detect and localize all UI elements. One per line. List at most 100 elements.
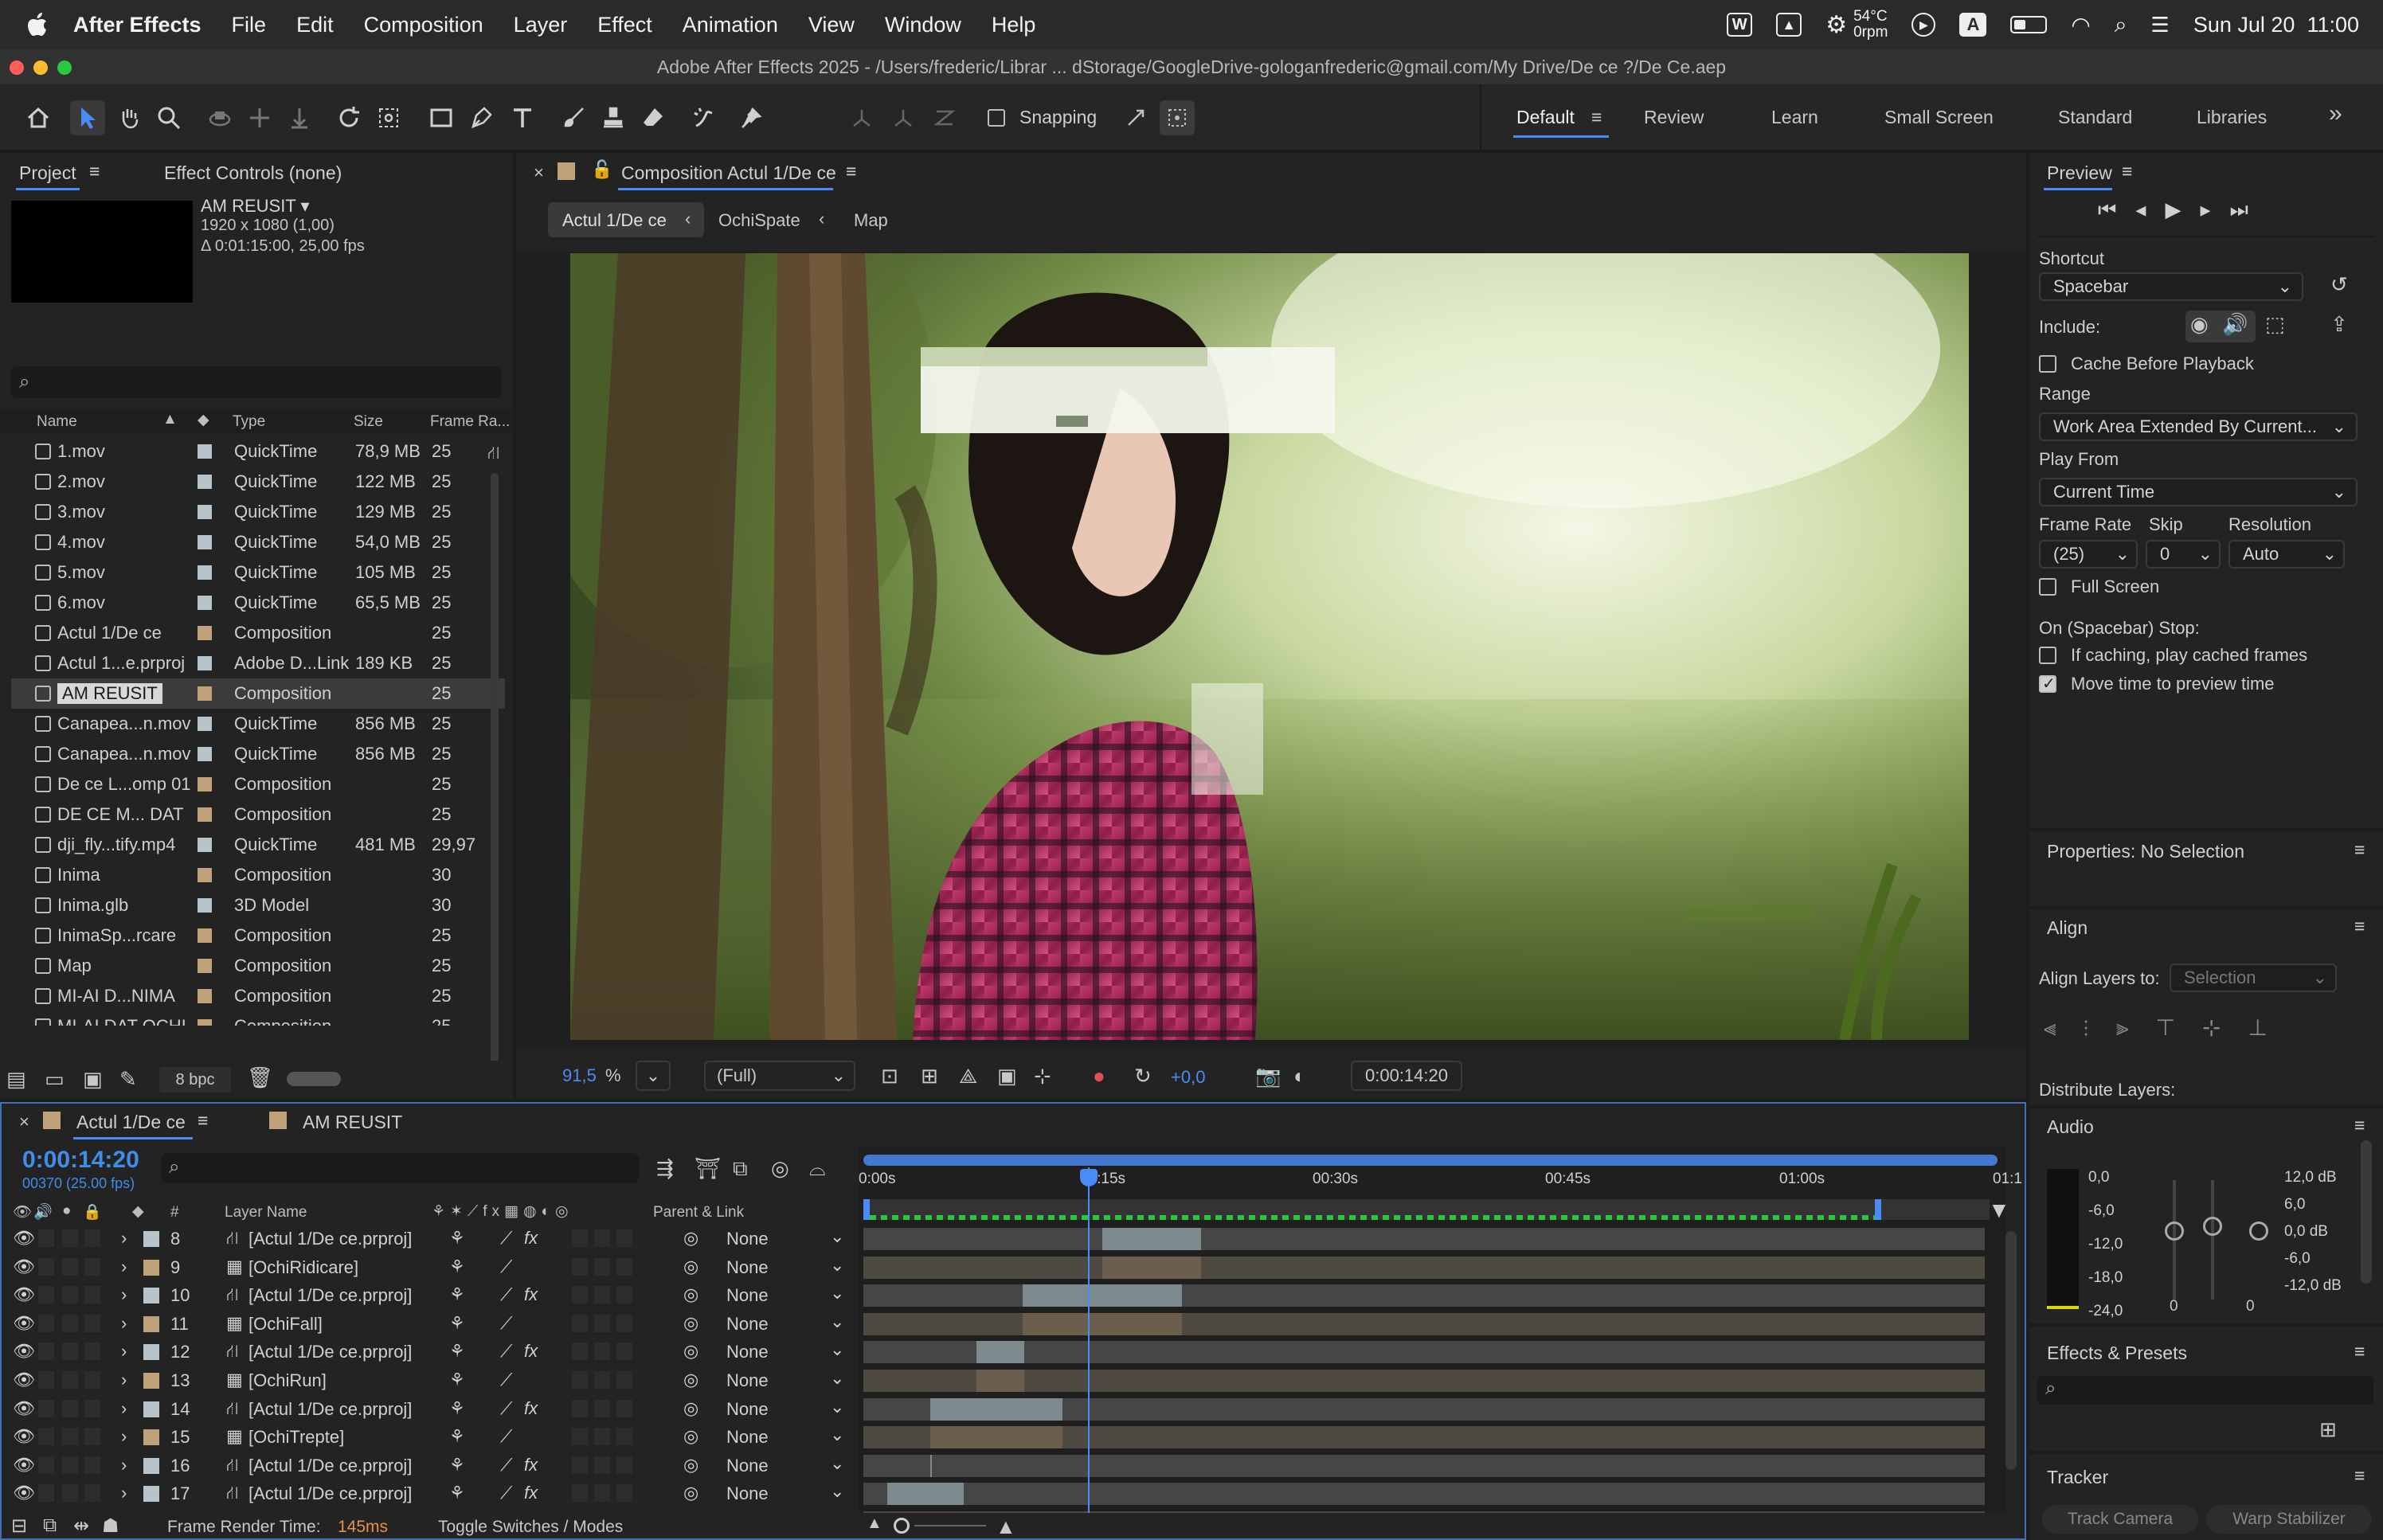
- zoom-slider-track[interactable]: [914, 1525, 986, 1526]
- audio-left-slider[interactable]: [2165, 1221, 2184, 1241]
- project-search-input[interactable]: [46, 369, 492, 393]
- workspace-default[interactable]: Default: [1516, 107, 1575, 128]
- quality-switch-icon[interactable]: ⟋: [500, 1341, 512, 1362]
- table-row[interactable]: 👁 › 17 ⛙ [Actul 1/De ce.prproj] ⚘ ⟋ fx ◎ None ⌄: [2, 1479, 854, 1507]
- zoom-out-icon[interactable]: ▲: [867, 1515, 882, 1533]
- table-row[interactable]: 👁 › 10 ⛙ [Actul 1/De ce.prproj] ⚘ ⟋ fx ◎ None ⌄: [2, 1281, 854, 1308]
- audio-toggle[interactable]: [38, 1343, 54, 1361]
- project-item[interactable]: Actul 1...e.prproj Adobe D...Link 189 KB 25: [11, 648, 505, 678]
- table-row[interactable]: 👁 › 14 ⛙ [Actul 1/De ce.prproj] ⚘ ⟋ fx ◎ None ⌄: [2, 1395, 854, 1422]
- pick-whip-icon[interactable]: ◎: [683, 1228, 698, 1249]
- project-search[interactable]: ⌕: [11, 366, 502, 398]
- label-swatch[interactable]: [198, 868, 212, 882]
- battery-icon[interactable]: [2010, 16, 2048, 33]
- snap-options-icon[interactable]: [1118, 100, 1153, 135]
- label-swatch[interactable]: [143, 1344, 159, 1361]
- audio-toggle[interactable]: [38, 1314, 54, 1332]
- table-row[interactable]: 👁 › 13 ▦ [OchiRun] ⚘ ⟋ ◎ None ⌄: [2, 1366, 854, 1393]
- parent-dropdown-value[interactable]: None: [726, 1229, 769, 1249]
- shy-switch-icon[interactable]: ⚘: [449, 1313, 465, 1334]
- timeline-search[interactable]: ⌕: [161, 1153, 639, 1183]
- expand-arrow-icon[interactable]: ›: [121, 1257, 127, 1277]
- label-swatch[interactable]: [143, 1259, 159, 1276]
- layer-duration-bar[interactable]: [863, 1483, 887, 1506]
- label-swatch[interactable]: [143, 1486, 159, 1503]
- first-frame-icon[interactable]: ⏮: [2098, 197, 2135, 221]
- menu-composition[interactable]: Composition: [364, 13, 483, 37]
- label-swatch[interactable]: [198, 838, 212, 852]
- exposure-value[interactable]: +0,0: [1171, 1067, 1205, 1088]
- layer-name[interactable]: [OchiRidicare]: [248, 1257, 358, 1278]
- parent-dropdown-value[interactable]: None: [726, 1314, 769, 1335]
- breadcrumb-ochispate[interactable]: OchiSpate: [718, 210, 800, 231]
- menu-view[interactable]: View: [808, 13, 855, 37]
- project-settings-icon[interactable]: ✎: [119, 1067, 137, 1092]
- menu-layer[interactable]: Layer: [514, 13, 568, 37]
- fx-switch-icon[interactable]: fx: [524, 1483, 538, 1503]
- expand-arrow-icon[interactable]: ›: [121, 1483, 127, 1503]
- region-of-interest-icon[interactable]: ▣: [997, 1064, 1017, 1089]
- table-row[interactable]: 👁 › 9 ▦ [OchiRidicare] ⚘ ⟋ ◎ None ⌄: [2, 1253, 854, 1280]
- layer-name[interactable]: [Actul 1/De ce.prproj]: [248, 1483, 412, 1504]
- pick-whip-icon[interactable]: ◎: [683, 1257, 698, 1277]
- chevron-down-icon[interactable]: ⌄: [830, 1425, 844, 1445]
- chevron-down-icon[interactable]: ⌄: [830, 1339, 844, 1360]
- label-swatch[interactable]: [198, 898, 212, 913]
- flowchart-icon[interactable]: ⛙: [487, 443, 499, 466]
- layer-duration-bar[interactable]: [1102, 1256, 1201, 1279]
- snapshot-icon[interactable]: 📷: [1255, 1064, 1281, 1089]
- zoom-tool-icon[interactable]: [151, 100, 186, 135]
- cache-before-checkbox[interactable]: [2039, 355, 2056, 373]
- label-swatch[interactable]: [143, 1429, 159, 1446]
- 3d-toggle[interactable]: [616, 1399, 632, 1417]
- layer-duration-bar[interactable]: [863, 1284, 1023, 1307]
- fx-switch-icon[interactable]: fx: [524, 1398, 538, 1419]
- adjustment-toggle[interactable]: [594, 1484, 610, 1503]
- solo-toggle[interactable]: [62, 1314, 78, 1332]
- layer-duration-bar[interactable]: [863, 1397, 930, 1421]
- 3d-toggle[interactable]: [616, 1229, 632, 1247]
- label-swatch[interactable]: [143, 1373, 159, 1389]
- lock-toggle[interactable]: [84, 1257, 100, 1276]
- motion-blur-toggle[interactable]: [572, 1371, 588, 1389]
- label-swatch[interactable]: [143, 1231, 159, 1247]
- composition-viewer[interactable]: [516, 252, 2026, 1048]
- minimize-window-button[interactable]: [33, 61, 48, 75]
- layer-duration-bar[interactable]: [976, 1370, 1024, 1392]
- pick-whip-icon[interactable]: ◎: [683, 1370, 698, 1390]
- include-overlays-icon[interactable]: ⬚: [2265, 312, 2285, 337]
- layer-duration-bar[interactable]: [1024, 1341, 1985, 1364]
- eraser-tool-icon[interactable]: [636, 100, 671, 135]
- quality-switch-icon[interactable]: ⟋: [500, 1483, 512, 1503]
- snap-feather-icon[interactable]: [1160, 100, 1195, 135]
- composition-menu-icon[interactable]: ≡: [846, 161, 856, 182]
- warp-stabilizer-button[interactable]: Warp Stabilizer: [2206, 1505, 2372, 1534]
- control-center-icon[interactable]: ☰: [2151, 13, 2170, 37]
- motion-blur-toggle[interactable]: [572, 1257, 588, 1276]
- layer-duration-bar[interactable]: [1023, 1284, 1182, 1307]
- lock-toggle[interactable]: [84, 1484, 100, 1503]
- fx-switch-icon[interactable]: fx: [524, 1455, 538, 1476]
- trash-icon[interactable]: 🗑: [247, 1065, 273, 1090]
- play-from-dropdown[interactable]: Current Time ⌄: [2039, 478, 2358, 506]
- world-axis-icon[interactable]: [886, 100, 921, 135]
- sort-ascending-icon[interactable]: ▲: [162, 411, 178, 428]
- align-right-icon[interactable]: ⫸: [2116, 1015, 2156, 1040]
- parent-dropdown-value[interactable]: None: [726, 1370, 769, 1391]
- parent-dropdown-value[interactable]: None: [726, 1427, 769, 1448]
- label-swatch[interactable]: [198, 475, 212, 489]
- eye-icon[interactable]: 👁: [13, 1426, 35, 1447]
- layer-duration-bar[interactable]: [1062, 1397, 1985, 1421]
- 3d-toggle[interactable]: [616, 1484, 632, 1503]
- layer-name[interactable]: [Actul 1/De ce.prproj]: [248, 1229, 412, 1249]
- adjustment-toggle[interactable]: [594, 1257, 610, 1276]
- project-item[interactable]: 6.mov QuickTime 65,5 MB 25: [11, 588, 505, 618]
- full-screen-checkbox[interactable]: [2039, 578, 2056, 596]
- menu-effect[interactable]: Effect: [597, 13, 652, 37]
- layer-duration-bar[interactable]: [1182, 1312, 1985, 1335]
- menu-file[interactable]: File: [232, 13, 267, 37]
- label-swatch[interactable]: [198, 747, 212, 761]
- expand-arrow-icon[interactable]: ›: [121, 1284, 127, 1305]
- pick-whip-icon[interactable]: ◎: [683, 1455, 698, 1476]
- close-timeline-tab-icon[interactable]: ×: [19, 1112, 29, 1132]
